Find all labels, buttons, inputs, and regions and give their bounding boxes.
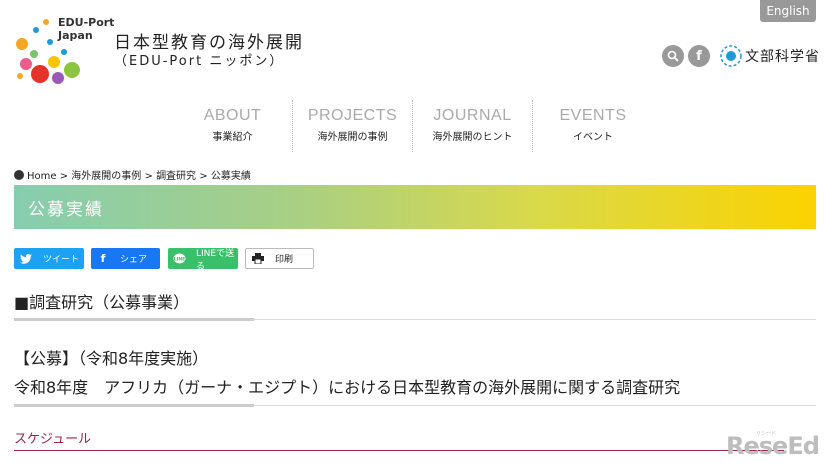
- breadcrumb: Home > 海外展開の事例 > 調査研究 > 公募実績: [14, 167, 251, 182]
- line-share-button[interactable]: LINE LINEで送る: [168, 248, 238, 272]
- logo-english-text: EDU-Port Japan: [58, 16, 115, 42]
- search-icon[interactable]: [662, 45, 684, 67]
- schedule-heading: スケジュール: [14, 432, 92, 447]
- breadcrumb-current: 公募実績: [210, 171, 251, 182]
- page-banner: 公募実績: [14, 185, 816, 229]
- logo-subtitle: （EDU-Port ニッポン）: [114, 54, 285, 69]
- breadcrumb-home[interactable]: Home: [27, 171, 57, 182]
- breadcrumb-item[interactable]: 海外展開の事例: [71, 171, 141, 182]
- nav-projects[interactable]: PROJECTS 海外展開の事例: [293, 100, 413, 152]
- nav-journal[interactable]: JOURNAL 海外展開のヒント: [413, 100, 533, 152]
- twitter-icon: [19, 252, 33, 266]
- nav-events[interactable]: EVENTS イベント: [533, 100, 653, 152]
- divider-accent: [14, 318, 254, 321]
- nav-about[interactable]: ABOUT 事業紹介: [173, 100, 293, 152]
- page-title: 公募実績: [28, 200, 104, 220]
- post-title-line1: 【公募】（令和8年度実施）: [14, 349, 209, 368]
- watermark-text: ReseEd: [726, 432, 820, 460]
- printer-icon: [251, 252, 265, 266]
- site-logo[interactable]: EDU-Port Japan 日本型教育の海外展開 （EDU-Port ニッポン…: [14, 14, 314, 94]
- main-nav: ABOUT 事業紹介 PROJECTS 海外展開の事例 JOURNAL 海外展開…: [173, 100, 653, 152]
- line-icon: LINE: [173, 252, 186, 266]
- breadcrumb-item[interactable]: 調査研究: [156, 171, 196, 182]
- facebook-share-button[interactable]: f シェア: [91, 248, 160, 269]
- divider-accent: [14, 404, 254, 407]
- globe-icon: [14, 170, 24, 180]
- section-heading: ■調査研究（公募事業）: [14, 293, 190, 312]
- mext-logo[interactable]: 文部科学省: [720, 45, 820, 67]
- mext-mark-icon: [720, 45, 742, 67]
- post-title-line2: 令和8年度 アフリカ（ガーナ・エジプト）における日本型教育の海外展開に関する調査…: [14, 378, 681, 397]
- facebook-icon: f: [100, 252, 106, 265]
- print-button[interactable]: 印刷: [245, 248, 314, 269]
- schedule-divider: [14, 450, 784, 451]
- tweet-button[interactable]: ツイート: [14, 248, 84, 269]
- header-icons: f 文部科学省: [662, 44, 820, 68]
- english-button[interactable]: English: [760, 0, 816, 22]
- svg-text:LINE: LINE: [174, 256, 185, 262]
- mext-text: 文部科学省: [745, 49, 820, 65]
- facebook-icon[interactable]: f: [688, 45, 710, 67]
- resed-watermark: リシード ReseEd: [726, 430, 822, 464]
